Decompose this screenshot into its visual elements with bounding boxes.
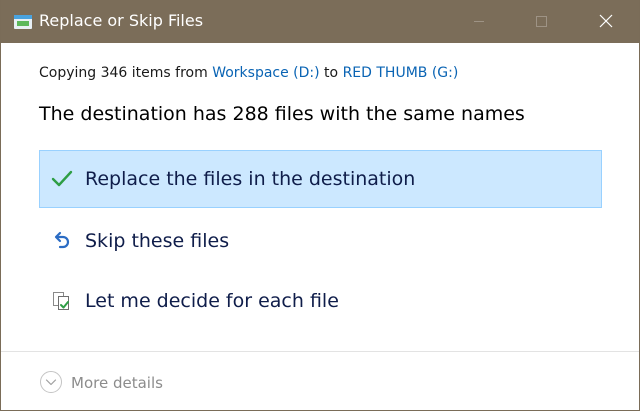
- minimize-button[interactable]: [456, 0, 502, 43]
- decide-each-file-option[interactable]: Let me decide for each file: [39, 272, 602, 330]
- chevron-down-circle-icon: [39, 370, 63, 394]
- destination-drive-link[interactable]: RED THUMB (G:): [343, 65, 459, 81]
- checkmark-icon: [51, 168, 73, 190]
- skip-files-option[interactable]: Skip these files: [39, 212, 602, 270]
- close-button[interactable]: [583, 0, 629, 43]
- compare-files-icon: [51, 290, 73, 312]
- undo-arrow-icon: [51, 230, 73, 252]
- close-icon: [599, 14, 613, 28]
- source-drive-link[interactable]: Workspace (D:): [212, 65, 319, 81]
- copy-summary: Copying 346 items from Workspace (D:) to…: [39, 64, 458, 82]
- file-copy-app-icon: [14, 14, 32, 29]
- replace-or-skip-dialog: Replace or Skip Files Copying 346 items …: [0, 0, 640, 411]
- copy-summary-middle: to: [319, 65, 343, 81]
- footer-divider: [1, 351, 639, 352]
- more-details-label: More details: [71, 374, 163, 392]
- decide-each-file-label: Let me decide for each file: [85, 290, 339, 312]
- replace-files-label: Replace the files in the destination: [85, 168, 416, 190]
- window-title: Replace or Skip Files: [39, 11, 204, 30]
- title-bar[interactable]: Replace or Skip Files: [1, 0, 639, 43]
- replace-files-option[interactable]: Replace the files in the destination: [39, 150, 602, 208]
- skip-files-label: Skip these files: [85, 230, 230, 252]
- copy-summary-prefix: Copying 346 items from: [39, 65, 213, 81]
- conflict-headline: The destination has 288 files with the s…: [39, 103, 525, 125]
- maximize-button[interactable]: [518, 0, 564, 43]
